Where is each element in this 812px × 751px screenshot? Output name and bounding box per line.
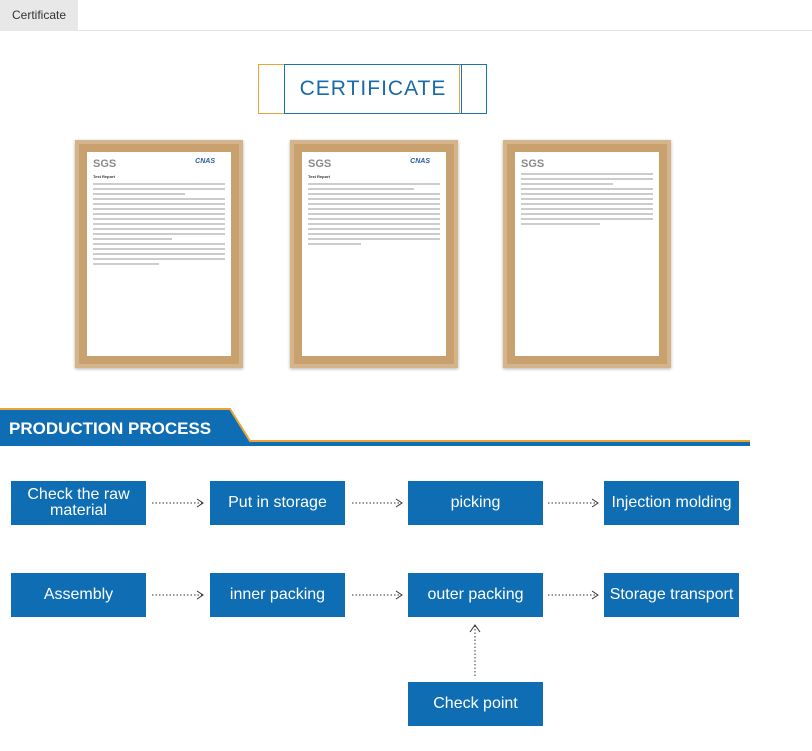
flow-arrows bbox=[152, 498, 599, 676]
arrow-right-icon bbox=[548, 590, 599, 600]
arrow-right-icon bbox=[352, 498, 403, 508]
arrow-up-icon bbox=[469, 624, 481, 676]
arrow-right-icon bbox=[548, 498, 599, 508]
arrow-right-icon bbox=[152, 498, 204, 508]
arrow-right-icon bbox=[152, 590, 204, 600]
arrow-right-icon bbox=[352, 590, 403, 600]
